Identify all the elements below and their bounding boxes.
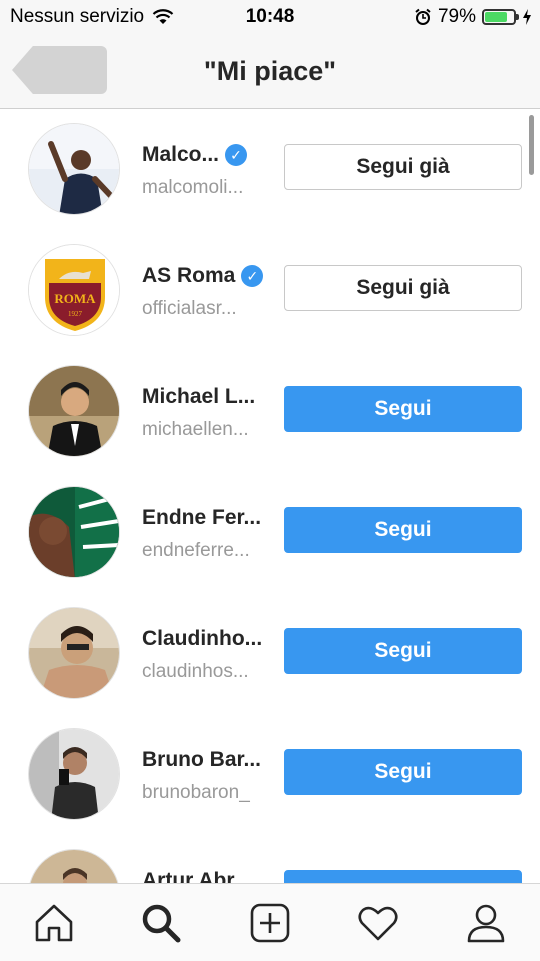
follow-button[interactable]: Segui: [284, 386, 522, 432]
as-roma-logo: ROMA 1927: [29, 245, 119, 335]
status-right: 79%: [414, 6, 532, 28]
user-name[interactable]: Malco...: [142, 143, 219, 167]
user-name-line: Michael L...: [142, 385, 255, 409]
avatar[interactable]: [28, 849, 120, 883]
status-bar: Nessun servizio 10:48 79%: [0, 0, 540, 36]
user-name[interactable]: Bruno Bar...: [142, 748, 261, 772]
follow-button[interactable]: Segui: [284, 507, 522, 553]
user-name[interactable]: Michael L...: [142, 385, 255, 409]
scrollbar[interactable]: [529, 115, 534, 175]
user-name-line: Malco... ✓: [142, 143, 248, 167]
activity-heart-icon[interactable]: [357, 902, 399, 944]
avatar[interactable]: ROMA 1927: [28, 244, 120, 336]
user-name[interactable]: Endne Fer...: [142, 506, 261, 530]
battery-fill: [485, 12, 507, 22]
battery-icon: [482, 9, 519, 25]
list-item[interactable]: Michael L... michaellen... Segui: [0, 351, 540, 472]
avatar[interactable]: [28, 728, 120, 820]
avatar-photo: [29, 608, 119, 698]
list-item[interactable]: Malco... ✓ malcomoli... Segui già: [0, 109, 540, 230]
user-handle[interactable]: claudinhos...: [142, 661, 249, 683]
list-item[interactable]: ROMA 1927 AS Roma ✓ officialasr... Segui…: [0, 230, 540, 351]
user-name-line: AS Roma ✓: [142, 264, 264, 288]
avatar[interactable]: [28, 607, 120, 699]
list-item[interactable]: Artur Abr...: [0, 835, 540, 883]
follow-button[interactable]: Segui: [284, 628, 522, 674]
user-name-line: Bruno Bar...: [142, 748, 261, 772]
user-handle[interactable]: michaellen...: [142, 419, 249, 441]
avatar[interactable]: [28, 123, 120, 215]
avatar-photo: [29, 366, 119, 456]
user-handle[interactable]: endneferre...: [142, 540, 250, 562]
new-post-icon[interactable]: [249, 902, 291, 944]
follow-button[interactable]: Segui: [284, 749, 522, 795]
avatar[interactable]: [28, 365, 120, 457]
charging-icon: [523, 9, 531, 25]
avatar-photo: [29, 729, 119, 819]
user-handle[interactable]: malcomoli...: [142, 177, 243, 199]
user-name-line: Endne Fer...: [142, 506, 261, 530]
nav-header: "Mi piace": [0, 36, 540, 109]
user-name[interactable]: Artur Abr...: [142, 869, 251, 883]
logo-text-year: 1927: [68, 310, 83, 318]
user-name-line: Artur Abr...: [142, 869, 251, 883]
page-title: "Mi piace": [203, 56, 337, 86]
follow-button[interactable]: [284, 870, 522, 883]
following-button[interactable]: Segui già: [284, 144, 522, 190]
avatar-photo: [29, 850, 119, 883]
avatar[interactable]: [28, 486, 120, 578]
user-name[interactable]: Claudinho...: [142, 627, 262, 651]
user-name-line: Claudinho...: [142, 627, 262, 651]
list-item[interactable]: Bruno Bar... brunobaron_ Segui: [0, 714, 540, 835]
battery-percent: 79%: [437, 6, 476, 27]
user-handle[interactable]: brunobaron_: [142, 782, 250, 804]
search-icon[interactable]: [140, 902, 182, 944]
user-handle[interactable]: officialasr...: [142, 298, 237, 320]
likes-list[interactable]: Malco... ✓ malcomoli... Segui già ROMA 1…: [0, 109, 540, 883]
tab-bar: [0, 883, 540, 961]
list-item[interactable]: Endne Fer... endneferre... Segui: [0, 472, 540, 593]
profile-icon[interactable]: [465, 902, 507, 944]
verified-badge-icon: ✓: [225, 144, 248, 166]
alarm-icon: [415, 8, 431, 25]
avatar-photo: [29, 124, 119, 214]
home-icon[interactable]: [33, 902, 75, 944]
following-button[interactable]: Segui già: [284, 265, 522, 311]
list-item[interactable]: Claudinho... claudinhos... Segui: [0, 593, 540, 714]
user-name[interactable]: AS Roma: [142, 264, 235, 288]
avatar-photo: [29, 487, 119, 577]
verified-badge-icon: ✓: [241, 265, 264, 287]
logo-text-club: ROMA: [54, 291, 96, 306]
